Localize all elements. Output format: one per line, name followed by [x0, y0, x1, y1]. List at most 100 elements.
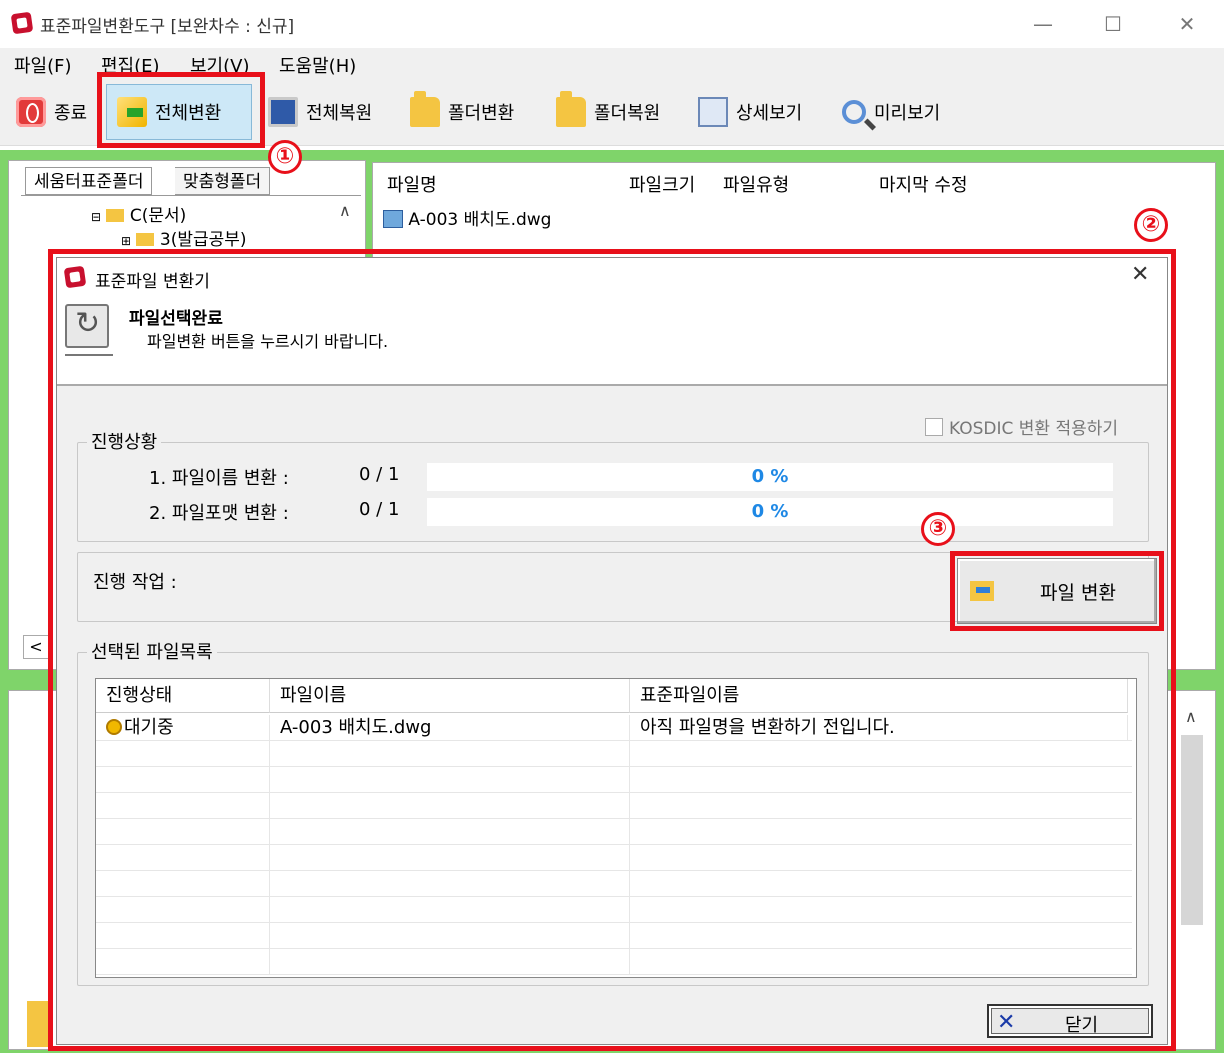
standard-name-cell: 아직 파일명을 변환하기 전입니다.: [630, 715, 1128, 741]
selected-files-table: 진행상태 파일이름 표준파일이름 대기중 A-003 배치도.dwg 아직 파일…: [95, 678, 1137, 978]
column-standard-name[interactable]: 표준파일이름: [630, 679, 1128, 713]
dwg-file-icon: [383, 210, 403, 228]
restore-all-label: 전체복원: [306, 103, 373, 124]
restore-all-button[interactable]: 전체복원: [268, 94, 372, 130]
status-cell: 대기중: [96, 715, 270, 741]
column-filesize[interactable]: 파일크기: [629, 171, 695, 197]
table-row: [96, 845, 1132, 871]
minimize-button[interactable]: —: [1020, 8, 1066, 40]
folder-convert-button[interactable]: 폴더변환: [410, 91, 514, 130]
progress-count-format: 0 / 1: [359, 499, 400, 520]
table-row: [96, 741, 1132, 767]
preview-label: 미리보기: [874, 103, 941, 124]
table-row: [96, 897, 1132, 923]
kosdic-label: KOSDIC 변환 적용하기: [949, 419, 1119, 439]
table-row: [96, 949, 1132, 975]
folder-icon: [27, 1001, 49, 1047]
header-icon-base: [65, 354, 113, 356]
kosdic-option[interactable]: KOSDIC 변환 적용하기: [925, 414, 1118, 439]
window-title: 표준파일변환도구 [보완차수 : 신규]: [40, 17, 295, 37]
kosdic-checkbox[interactable]: [925, 417, 943, 436]
folder-icon: [136, 233, 155, 246]
column-status[interactable]: 진행상태: [96, 679, 270, 713]
progress-bar-format: 0 %: [427, 498, 1113, 526]
annotation-two: ②: [1134, 208, 1168, 242]
folder-restore-button[interactable]: 폴더복원: [556, 91, 661, 130]
annotation-one: ①: [268, 140, 302, 174]
progress-bar-filename: 0 %: [427, 463, 1113, 491]
folder-restore-icon: [556, 91, 586, 127]
scrollbar-thumb[interactable]: [1181, 735, 1203, 925]
close-window-button[interactable]: ✕: [1164, 8, 1210, 40]
table-row: [96, 767, 1132, 793]
dialog-title: 표준파일 변환기: [95, 272, 210, 292]
folder-convert-icon: [410, 91, 440, 127]
detail-view-label: 상세보기: [736, 103, 803, 124]
table-row: [96, 819, 1132, 845]
convert-cycle-icon: [65, 304, 109, 348]
header-title: 파일선택완료: [129, 309, 223, 329]
column-filename[interactable]: 파일명: [387, 171, 437, 197]
annotation-three: ③: [921, 512, 955, 546]
monitor-icon: [268, 97, 298, 127]
convert-arrow-icon: [970, 581, 994, 601]
status-text: 대기중: [124, 717, 174, 738]
column-modified[interactable]: 마지막 수정: [879, 171, 968, 197]
tree-node-issued[interactable]: ⊞ 3(발급공부): [121, 225, 247, 250]
maximize-button[interactable]: ☐: [1090, 8, 1136, 40]
highlight-convert-all: [97, 72, 265, 148]
menu-help[interactable]: 도움말(H): [279, 52, 356, 78]
close-button[interactable]: ✕ 닫기: [987, 1004, 1153, 1038]
tree-node-label: C(문서): [129, 206, 187, 226]
column-file-name[interactable]: 파일이름: [270, 679, 630, 713]
scroll-up-icon[interactable]: ∧: [339, 201, 351, 220]
progress-label-filename: 1. 파일이름 변환 :: [149, 468, 289, 489]
tab-standard-folder[interactable]: 세움터표준폴더: [25, 167, 153, 195]
progress-group: [77, 442, 1149, 542]
power-icon: [16, 97, 46, 127]
file-name: A-003 배치도.dwg: [408, 210, 552, 230]
progress-group-label: 진행상황: [87, 428, 162, 454]
table-row: [96, 793, 1132, 819]
detail-view-icon: [698, 97, 728, 127]
header-subtitle: 파일변환 버튼을 누르시기 바랍니다.: [147, 332, 389, 351]
table-row[interactable]: 대기중 A-003 배치도.dwg 아직 파일명을 변환하기 전입니다.: [96, 715, 1132, 741]
waiting-status-icon: [106, 719, 122, 735]
close-label: 닫기: [1065, 1015, 1099, 1036]
selected-files-label: 선택된 파일목록: [87, 638, 217, 664]
tree-collapse-icon[interactable]: ⊟: [91, 210, 101, 224]
progress-label-format: 2. 파일포맷 변환 :: [149, 503, 289, 524]
progress-count-filename: 0 / 1: [359, 464, 400, 485]
scroll-up-icon[interactable]: ∧: [1185, 707, 1197, 726]
file-convert-label: 파일 변환: [1040, 581, 1116, 604]
column-filetype[interactable]: 파일유형: [723, 171, 789, 197]
table-row: [96, 871, 1132, 897]
folder-icon: [106, 209, 125, 222]
dialog-title-bar: 표준파일 변환기 ✕: [57, 258, 1167, 296]
magnifier-icon: [842, 100, 866, 124]
app-logo-icon: [10, 11, 34, 35]
file-row[interactable]: A-003 배치도.dwg: [383, 205, 551, 230]
file-name-cell: A-003 배치도.dwg: [270, 715, 630, 741]
table-row: [96, 923, 1132, 949]
title-bar: 표준파일변환도구 [보완차수 : 신규] — ☐ ✕: [0, 0, 1224, 48]
close-x-icon: ✕: [997, 1010, 1016, 1035]
progress-percent: 0 %: [751, 501, 789, 522]
exit-label: 종료: [54, 103, 88, 124]
tree-node-documents[interactable]: ⊟ C(문서): [91, 201, 186, 226]
tree-node-label: 3(발급공부): [159, 230, 247, 250]
app-logo-icon: [63, 265, 87, 289]
dialog-close-icon[interactable]: ✕: [1131, 262, 1149, 287]
detail-view-button[interactable]: 상세보기: [698, 94, 802, 130]
folder-restore-label: 폴더복원: [594, 103, 661, 124]
tab-divider: [21, 195, 361, 196]
preview-button[interactable]: 미리보기: [842, 94, 940, 130]
file-convert-button[interactable]: 파일 변환: [957, 558, 1157, 624]
tree-expand-icon[interactable]: ⊞: [121, 234, 131, 248]
scroll-left-icon[interactable]: <: [23, 635, 49, 659]
menu-file[interactable]: 파일(F): [14, 52, 72, 78]
tab-custom-folder[interactable]: 맞춤형폴더: [175, 167, 271, 195]
task-label: 진행 작업 :: [93, 572, 177, 593]
progress-percent: 0 %: [751, 466, 789, 487]
exit-button[interactable]: 종료: [16, 94, 87, 130]
